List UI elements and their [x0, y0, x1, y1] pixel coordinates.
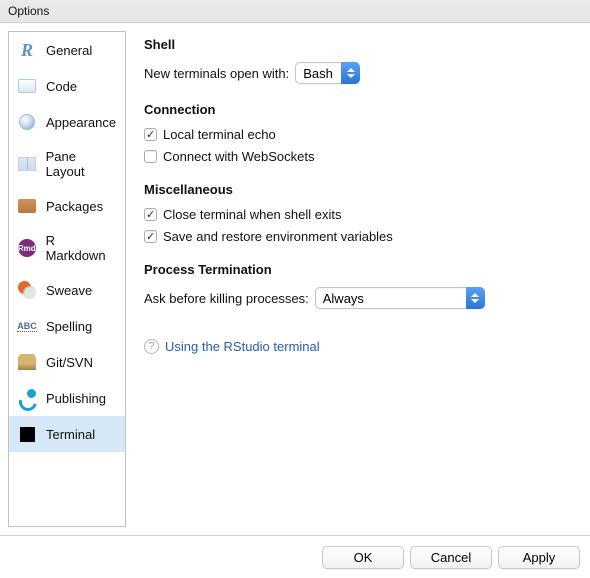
- checkbox-icon: [144, 128, 157, 141]
- sidebar-item-pane-layout[interactable]: Pane Layout: [9, 140, 125, 188]
- r-logo-icon: R: [17, 41, 37, 59]
- window-titlebar: Options: [0, 0, 590, 23]
- sidebar-item-label: Code: [46, 79, 77, 94]
- code-icon: [17, 77, 37, 95]
- sidebar-item-label: Packages: [46, 199, 103, 214]
- ask-before-kill-select[interactable]: Always: [315, 287, 485, 309]
- ask-before-kill-label: Ask before killing processes:: [144, 291, 309, 306]
- sidebar-item-r-markdown[interactable]: Rmd R Markdown: [9, 224, 125, 272]
- sweave-icon: [17, 281, 37, 299]
- close-on-exit-label: Close terminal when shell exits: [163, 207, 341, 222]
- options-content: Shell New terminals open with: Bash Conn…: [126, 23, 590, 535]
- sidebar-item-appearance[interactable]: Appearance: [9, 104, 125, 140]
- shell-heading: Shell: [144, 37, 576, 52]
- save-env-checkbox[interactable]: Save and restore environment variables: [144, 229, 576, 244]
- apply-button[interactable]: Apply: [498, 546, 580, 569]
- sidebar-item-code[interactable]: Code: [9, 68, 125, 104]
- sidebar-item-label: Sweave: [46, 283, 92, 298]
- window-title: Options: [8, 4, 49, 18]
- sidebar-item-general[interactable]: R General: [9, 32, 125, 68]
- publishing-icon: [17, 389, 37, 407]
- close-on-exit-checkbox[interactable]: Close terminal when shell exits: [144, 207, 576, 222]
- misc-heading: Miscellaneous: [144, 182, 576, 197]
- local-echo-label: Local terminal echo: [163, 127, 276, 142]
- sidebar-item-label: Publishing: [46, 391, 106, 406]
- sidebar-item-label: Pane Layout: [46, 149, 117, 179]
- new-terminals-label: New terminals open with:: [144, 66, 289, 81]
- shell-select[interactable]: Bash: [295, 62, 360, 84]
- sidebar-item-git-svn[interactable]: Git/SVN: [9, 344, 125, 380]
- sidebar-item-terminal[interactable]: Terminal: [9, 416, 125, 452]
- sidebar-item-packages[interactable]: Packages: [9, 188, 125, 224]
- sidebar-item-label: Appearance: [46, 115, 116, 130]
- local-echo-checkbox[interactable]: Local terminal echo: [144, 127, 576, 142]
- r-markdown-icon: Rmd: [17, 239, 37, 257]
- spelling-icon: ABC: [17, 317, 37, 335]
- help-icon: ?: [144, 339, 159, 354]
- checkbox-icon: [144, 150, 157, 163]
- sidebar-item-label: General: [46, 43, 92, 58]
- packages-icon: [17, 197, 37, 215]
- options-sidebar: R General Code Appearance Pane Layout Pa…: [8, 31, 126, 527]
- sidebar-item-sweave[interactable]: Sweave: [9, 272, 125, 308]
- sidebar-item-label: Terminal: [46, 427, 95, 442]
- help-link[interactable]: Using the RStudio terminal: [165, 339, 320, 354]
- sidebar-item-label: Git/SVN: [46, 355, 93, 370]
- websockets-label: Connect with WebSockets: [163, 149, 315, 164]
- sidebar-item-label: R Markdown: [46, 233, 117, 263]
- terminal-icon: [17, 425, 37, 443]
- save-env-label: Save and restore environment variables: [163, 229, 393, 244]
- package-box-icon: [17, 353, 37, 371]
- dialog-button-bar: OK Cancel Apply: [0, 535, 590, 578]
- connection-heading: Connection: [144, 102, 576, 117]
- websockets-checkbox[interactable]: Connect with WebSockets: [144, 149, 576, 164]
- sidebar-item-publishing[interactable]: Publishing: [9, 380, 125, 416]
- ok-button[interactable]: OK: [322, 546, 404, 569]
- termination-heading: Process Termination: [144, 262, 576, 277]
- pane-layout-icon: [17, 155, 37, 173]
- sidebar-item-label: Spelling: [46, 319, 92, 334]
- checkbox-icon: [144, 208, 157, 221]
- sidebar-item-spelling[interactable]: ABC Spelling: [9, 308, 125, 344]
- appearance-icon: [17, 113, 37, 131]
- checkbox-icon: [144, 230, 157, 243]
- cancel-button[interactable]: Cancel: [410, 546, 492, 569]
